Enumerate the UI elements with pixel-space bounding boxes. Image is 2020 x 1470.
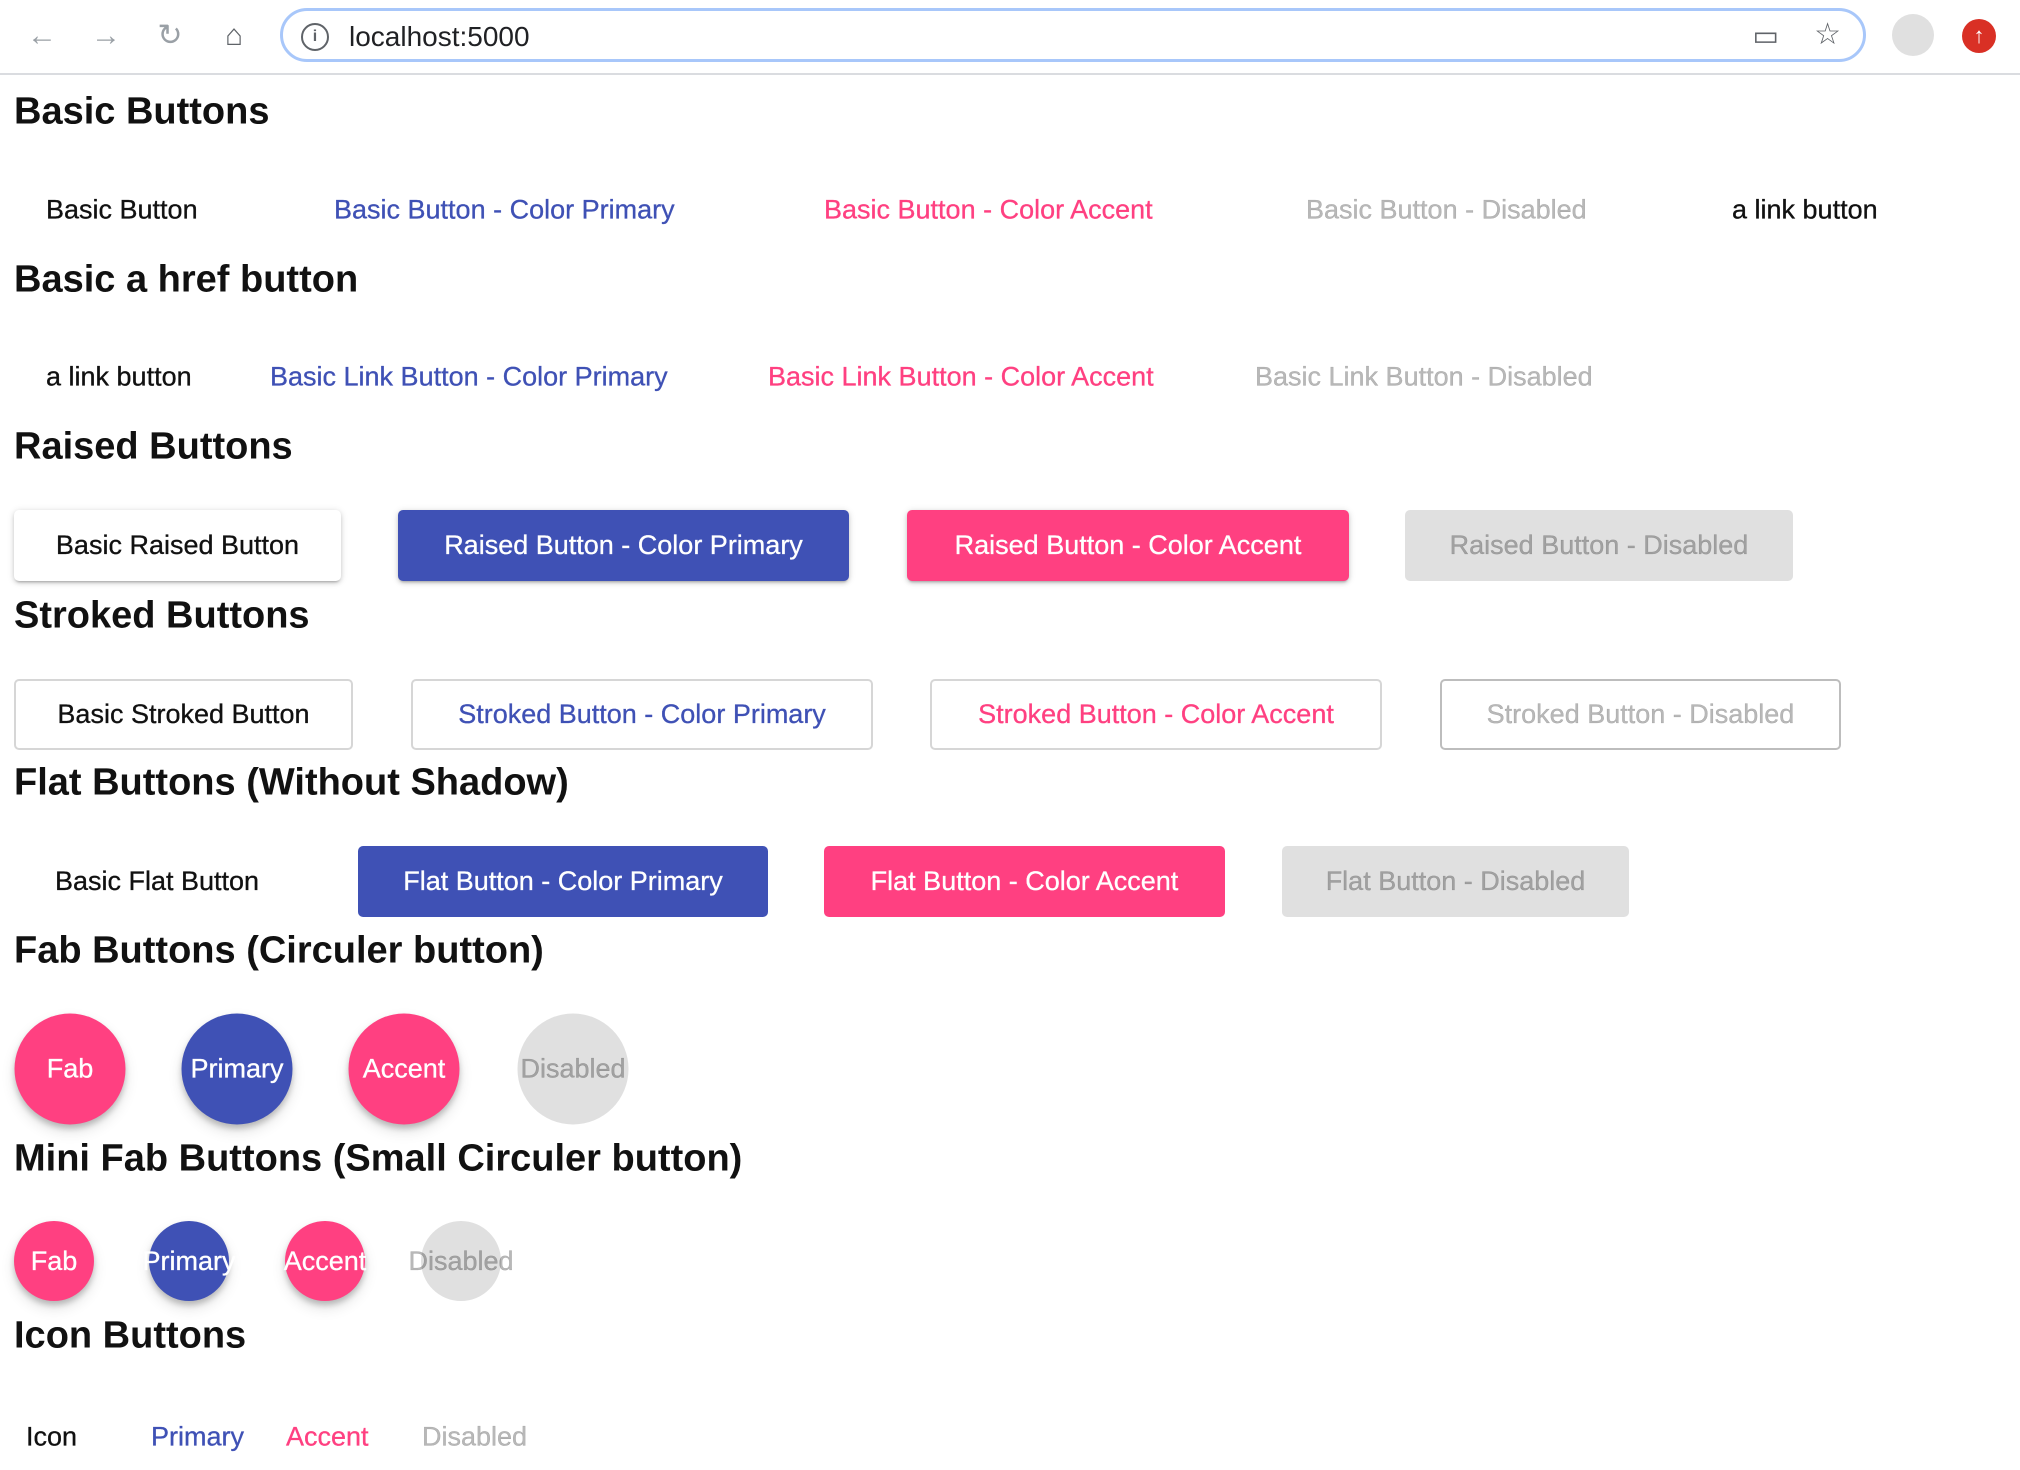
section-title: Fab Buttons (Circuler button) <box>14 929 544 972</box>
url-text: localhost:5000 <box>349 21 530 52</box>
icon-accent-button[interactable]: Accent <box>286 1421 369 1453</box>
section-title: Basic Buttons <box>14 90 270 133</box>
section-title: Mini Fab Buttons (Small Circuler button) <box>14 1137 743 1180</box>
cast-icon[interactable]: ▭ <box>1753 19 1779 52</box>
basic-button[interactable]: Basic Button <box>46 194 198 226</box>
icon-button[interactable]: Icon <box>26 1421 77 1453</box>
section-title: Stroked Buttons <box>14 594 310 637</box>
raised-accent-button[interactable]: Raised Button - Color Accent <box>907 510 1349 581</box>
icon-primary-button[interactable]: Primary <box>151 1421 244 1453</box>
flat-primary-button[interactable]: Flat Button - Color Primary <box>358 846 768 917</box>
link-primary-button[interactable]: Basic Link Button - Color Primary <box>270 361 668 393</box>
address-bar[interactable]: i localhost:5000 ▭ ☆ <box>280 8 1866 62</box>
raised-basic-button[interactable]: Basic Raised Button <box>14 510 341 581</box>
info-icon[interactable]: i <box>301 23 329 51</box>
raised-primary-button[interactable]: Raised Button - Color Primary <box>398 510 849 581</box>
stroked-primary-button[interactable]: Stroked Button - Color Primary <box>411 679 873 750</box>
reload-icon[interactable]: ↻ <box>150 18 190 54</box>
mini-fab-primary-button[interactable]: Primary <box>142 1221 236 1301</box>
link-disabled-button: Basic Link Button - Disabled <box>1255 361 1593 392</box>
flat-accent-button[interactable]: Flat Button - Color Accent <box>824 846 1225 917</box>
section-title: Icon Buttons <box>14 1314 247 1357</box>
fab-button[interactable]: Fab <box>14 1013 126 1125</box>
link-accent-button[interactable]: Basic Link Button - Color Accent <box>768 361 1154 393</box>
section-title: Raised Buttons <box>14 425 293 468</box>
icon-disabled-button: Disabled <box>422 1421 528 1452</box>
flat-basic-button[interactable]: Basic Flat Button <box>14 846 300 917</box>
stroked-disabled-button: Stroked Button - Disabled <box>1440 679 1841 750</box>
home-icon[interactable]: ⌂ <box>214 18 254 54</box>
section-title: Flat Buttons (Without Shadow) <box>14 761 569 804</box>
link-button[interactable]: a link button <box>46 361 192 393</box>
raised-disabled-button: Raised Button - Disabled <box>1405 510 1793 581</box>
forward-icon[interactable]: → <box>86 18 126 54</box>
mini-fab-disabled-button: Disabled <box>408 1221 514 1301</box>
link-button[interactable]: a link button <box>1732 194 1878 226</box>
flat-disabled-button: Flat Button - Disabled <box>1282 846 1629 917</box>
basic-primary-button[interactable]: Basic Button - Color Primary <box>334 194 675 226</box>
browser-toolbar: ← → ↻ ⌂ i localhost:5000 ▭ ☆ ↑ <box>0 0 2020 75</box>
stroked-basic-button[interactable]: Basic Stroked Button <box>14 679 353 750</box>
star-icon[interactable]: ☆ <box>1814 17 1841 52</box>
mini-fab-button[interactable]: Fab <box>14 1221 94 1301</box>
update-icon[interactable]: ↑ <box>1962 19 1996 53</box>
fab-accent-button[interactable]: Accent <box>348 1013 460 1125</box>
mini-fab-accent-button[interactable]: Accent <box>284 1221 366 1301</box>
fab-disabled-button: Disabled <box>517 1013 629 1125</box>
stroked-accent-button[interactable]: Stroked Button - Color Accent <box>930 679 1382 750</box>
section-title: Basic a href button <box>14 258 359 301</box>
profile-icon[interactable] <box>1892 14 1934 56</box>
back-icon[interactable]: ← <box>22 18 62 54</box>
basic-accent-button[interactable]: Basic Button - Color Accent <box>824 194 1153 226</box>
basic-disabled-button: Basic Button - Disabled <box>1306 194 1587 225</box>
fab-primary-button[interactable]: Primary <box>181 1013 293 1125</box>
